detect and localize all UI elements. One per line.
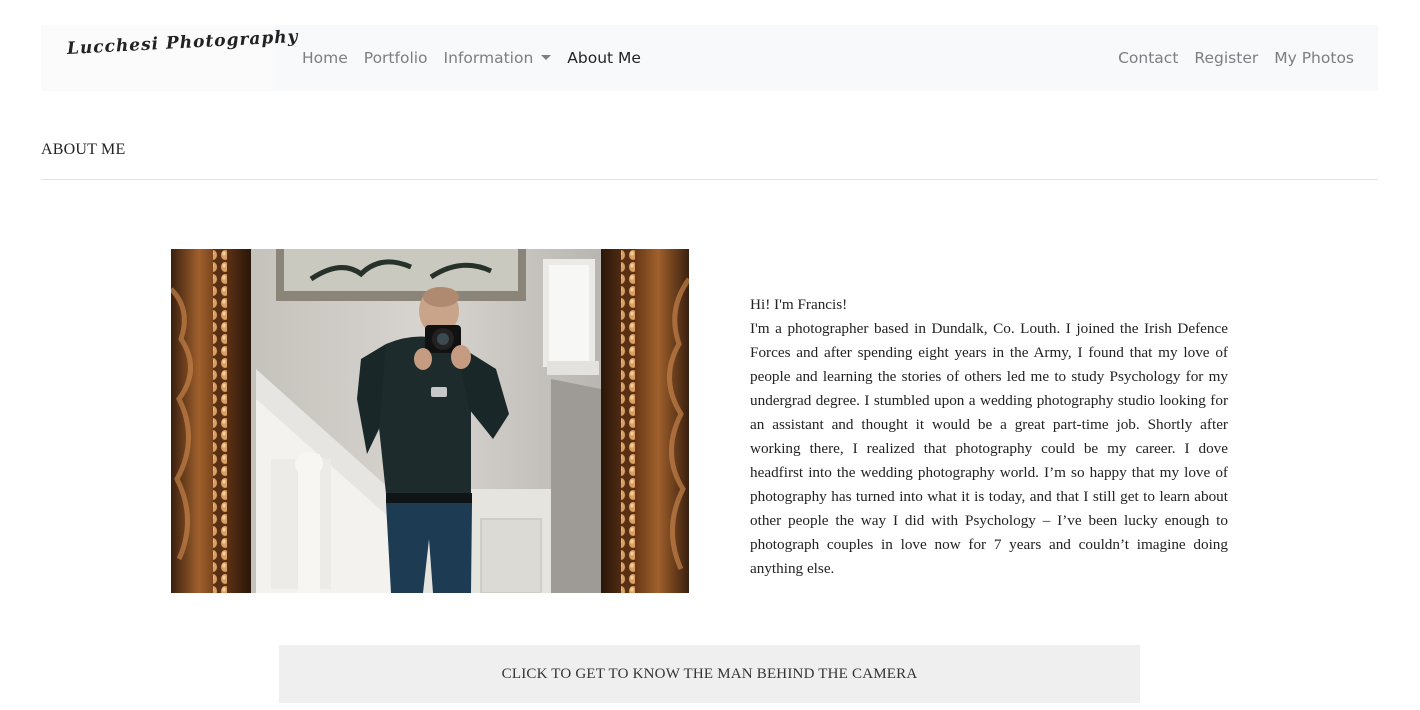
nav-home-link[interactable]: Home: [302, 49, 348, 67]
caret-down-icon: [541, 55, 552, 60]
brand-name: Lucchesi Photography: [66, 26, 300, 59]
nav-information-label: Information: [443, 49, 534, 67]
navbar: Lucchesi Photography Home Portfolio Info…: [41, 25, 1378, 91]
cta-label: CLICK TO GET TO KNOW THE MAN BEHIND THE …: [501, 665, 918, 682]
nav-information-dropdown[interactable]: Information: [444, 49, 552, 67]
nav-register-link[interactable]: Register: [1194, 49, 1258, 67]
photographer-portrait-image: [171, 249, 689, 593]
meet-the-photographer-button[interactable]: CLICK TO GET TO KNOW THE MAN BEHIND THE …: [279, 645, 1140, 703]
nav-about-me-link[interactable]: About Me: [567, 49, 641, 67]
title-divider: [41, 179, 1378, 180]
nav-right-group: Contact Register My Photos: [1118, 25, 1354, 91]
nav-contact-link[interactable]: Contact: [1118, 49, 1178, 67]
nav-my-photos-link[interactable]: My Photos: [1274, 49, 1354, 67]
page-title: ABOUT ME: [41, 141, 126, 158]
bio-text: Hi! I'm Francis! I'm a photographer base…: [750, 293, 1228, 581]
bio-greeting: Hi! I'm Francis!: [750, 296, 848, 313]
bio-body: I'm a photographer based in Dundalk, Co.…: [750, 320, 1228, 577]
nav-portfolio-link[interactable]: Portfolio: [364, 49, 428, 67]
brand-logo[interactable]: Lucchesi Photography: [41, 25, 299, 91]
nav-left-group: Home Portfolio Information About Me: [302, 25, 657, 91]
